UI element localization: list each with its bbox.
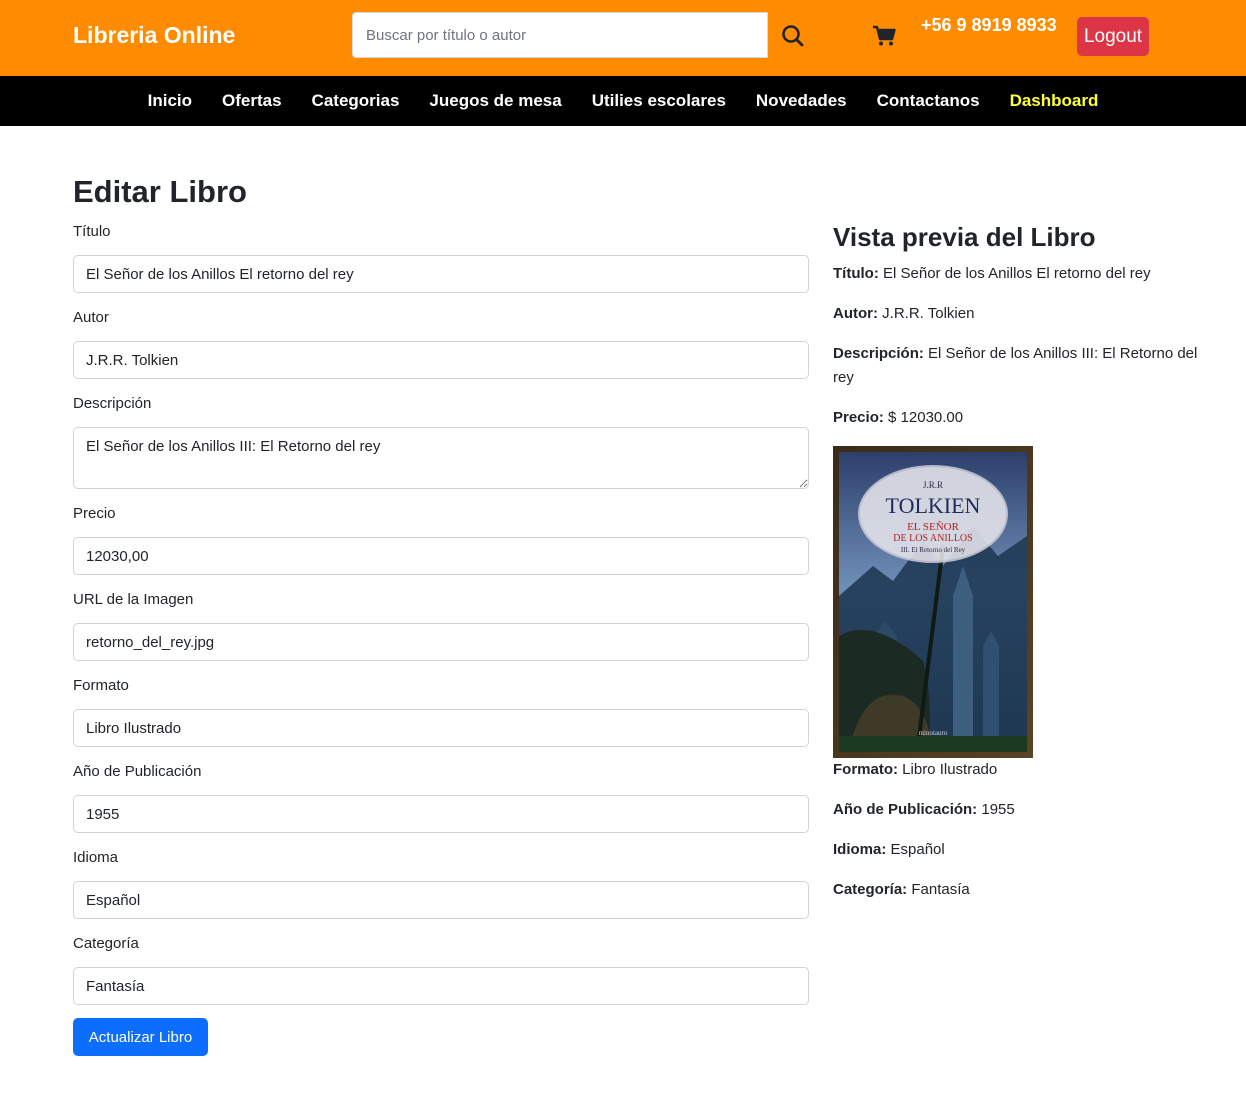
precio-input[interactable] [73,537,809,575]
cover-publisher: minotauro [919,729,948,737]
preview-idioma: Idioma: Español [833,838,1213,862]
preview-label: Categoría: [833,881,908,898]
titulo-input[interactable] [73,255,809,293]
nav-item-contactanos[interactable]: Contactanos [877,91,980,111]
idioma-input[interactable] [73,881,809,919]
preview-anio-publicacion: Año de Publicación: 1955 [833,798,1213,822]
phone-number: +56 9 8919 8933 [921,15,1057,35]
nav-item-juegos-de-mesa[interactable]: Juegos de mesa [429,91,561,111]
autor-input[interactable] [73,341,809,379]
preview-value: Español [890,841,945,858]
form-group-precio: Precio [73,505,809,575]
brand-logo-text[interactable]: Libreria Online [73,22,235,49]
anio-publicacion-label: Año de Publicación [73,763,202,780]
preview-label: Título: [833,265,879,282]
book-cover-image: J.R.R TOLKIEN EL SEÑOR DE LOS ANILLOS II… [833,446,1033,758]
form-group-titulo: Título [73,223,809,293]
precio-label: Precio [73,505,116,522]
page-title: Editar Libro [73,174,247,209]
cover-subtitle: III. El Retorno del Rey [901,546,966,554]
form-group-descripcion: Descripción El Señor de los Anillos III:… [73,395,809,489]
preview-label: Idioma: [833,841,887,858]
preview-categoria: Categoría: Fantasía [833,878,1213,902]
descripcion-label: Descripción [73,395,152,412]
preview-label: Descripción: [833,345,924,362]
form-group-anio-publicacion: Año de Publicación [73,763,809,833]
formato-input[interactable] [73,709,809,747]
formato-label: Formato [73,677,129,694]
preview-value: $ 12030.00 [888,409,964,426]
cart-icon [873,25,896,46]
preview-label: Año de Publicación: [833,801,978,818]
imagen-url-input[interactable] [73,623,809,661]
preview-value: 1955 [981,801,1015,818]
form-group-formato: Formato [73,677,809,747]
cover-author: TOLKIEN [886,493,981,518]
descripcion-textarea[interactable]: El Señor de los Anillos III: El Retorno … [73,427,809,489]
preview-value: Libro Ilustrado [902,761,998,778]
preview-value: J.R.R. Tolkien [882,305,975,322]
form-group-idioma: Idioma [73,849,809,919]
autor-label: Autor [73,309,109,326]
form-group-imagen-url: URL de la Imagen [73,591,809,661]
form-group-categoria: Categoría [73,935,809,1005]
nav-item-dashboard[interactable]: Dashboard [1010,91,1099,111]
titulo-label: Título [73,223,111,240]
form-group-autor: Autor [73,309,809,379]
top-header: Libreria Online +56 9 8919 8933 Logout [0,0,1246,76]
preview-formato: Formato: Libro Ilustrado [833,758,1213,782]
preview-label: Precio: [833,409,884,426]
preview-titulo: Título: El Señor de los Anillos El retor… [833,262,1213,286]
preview-value: El Señor de los Anillos El retorno del r… [883,265,1151,282]
main-nav: Inicio Ofertas Categorias Juegos de mesa… [0,76,1246,126]
cover-title-line1: EL SEÑOR [907,521,960,533]
preview-label: Formato: [833,761,898,778]
cart-button[interactable] [870,22,898,50]
cover-title-line2: DE LOS ANILLOS [893,533,972,544]
preview-autor: Autor: J.R.R. Tolkien [833,302,1213,326]
search-input[interactable] [352,12,768,58]
preview-title: Vista previa del Libro [833,222,1096,252]
logout-button[interactable]: Logout [1077,17,1149,56]
preview-precio: Precio: $ 12030.00 [833,406,1213,430]
categoria-input[interactable] [73,967,809,1005]
update-book-button[interactable]: Actualizar Libro [73,1018,208,1056]
search-icon [782,25,804,47]
preview-label: Autor: [833,305,878,322]
imagen-url-label: URL de la Imagen [73,591,194,608]
nav-item-utiles-escolares[interactable]: Utilies escolares [592,91,726,111]
search-button[interactable] [770,12,816,58]
nav-item-inicio[interactable]: Inicio [148,91,192,111]
idioma-label: Idioma [73,849,119,866]
nav-item-ofertas[interactable]: Ofertas [222,91,282,111]
nav-item-categorias[interactable]: Categorias [312,91,400,111]
anio-publicacion-input[interactable] [73,795,809,833]
preview-descripcion: Descripción: El Señor de los Anillos III… [833,342,1213,390]
cover-author-initials: J.R.R [923,480,943,490]
preview-value: Fantasía [911,881,970,898]
nav-item-novedades[interactable]: Novedades [756,91,847,111]
categoria-label: Categoría [73,935,139,952]
